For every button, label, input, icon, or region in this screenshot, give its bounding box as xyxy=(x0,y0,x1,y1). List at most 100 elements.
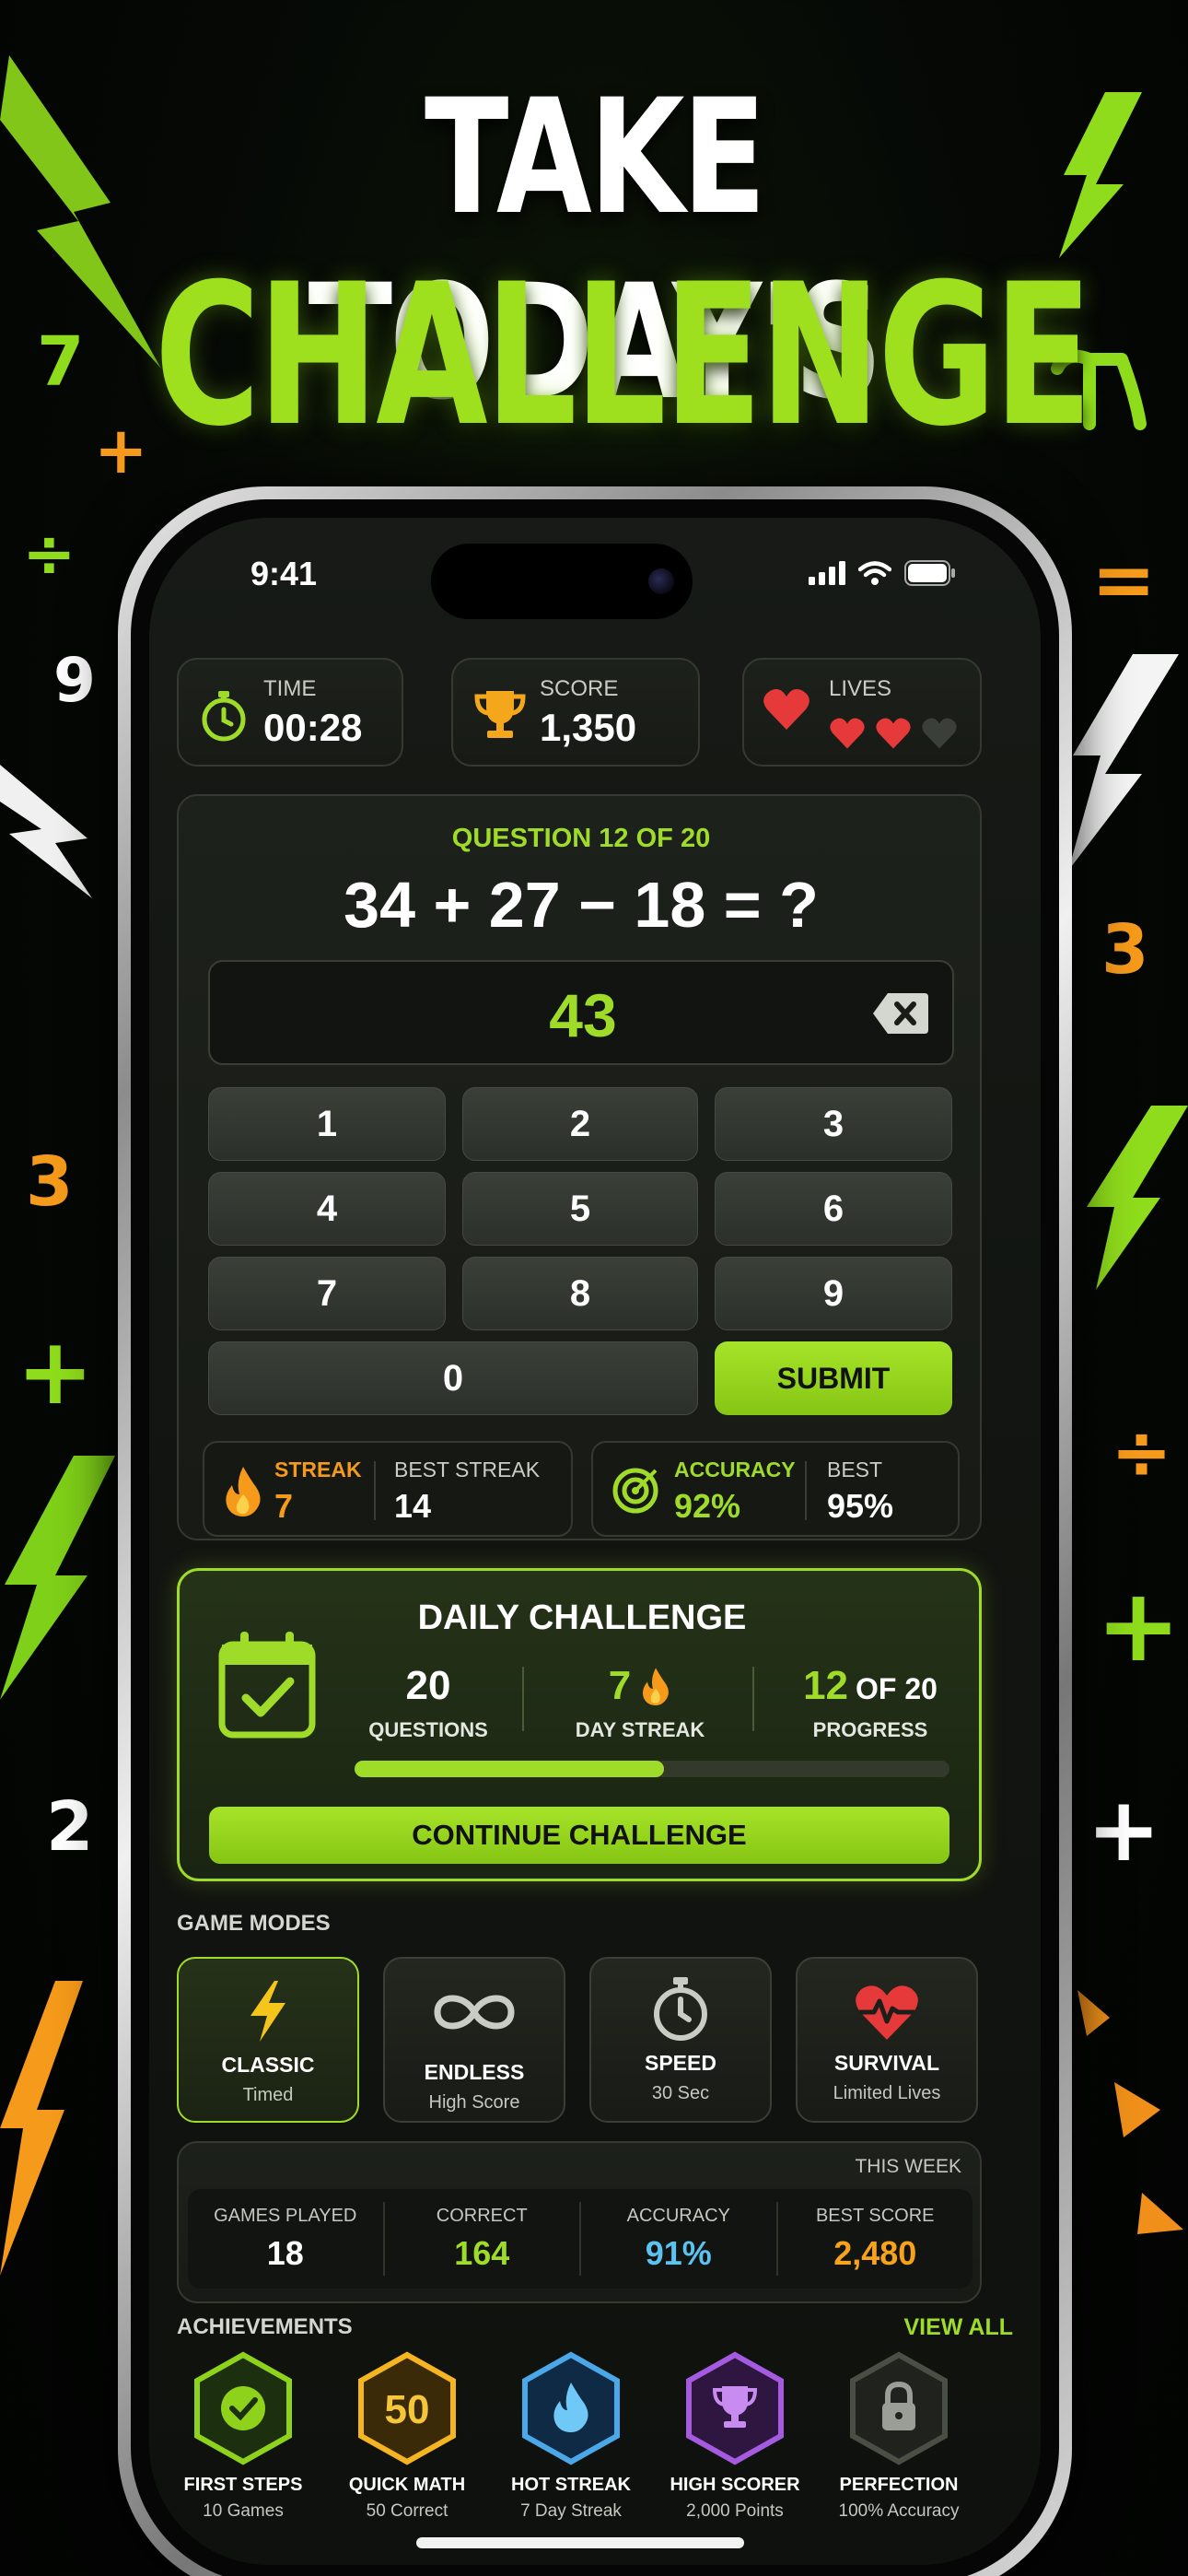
mode-classic[interactable]: CLASSIC Timed xyxy=(177,1957,359,2123)
achievement-first-steps[interactable]: FIRST STEPS 10 Games xyxy=(160,2351,326,2522)
status-icons xyxy=(809,560,956,586)
achievement-desc: 7 Day Streak xyxy=(520,2501,622,2521)
question-counter: QUESTION 12 OF 20 xyxy=(451,824,711,853)
mode-subtitle: Limited Lives xyxy=(833,2083,941,2103)
streak-card: STREAK 7 BEST STREAK 14 xyxy=(203,1441,573,1537)
achievement-name: PERFECTION xyxy=(839,2475,959,2495)
stat-value: 164 xyxy=(454,2233,510,2272)
number-badge-icon: 50 xyxy=(358,2351,456,2465)
keypad-key-7[interactable]: 7 xyxy=(208,1257,446,1330)
flame-icon xyxy=(226,1467,261,1516)
phone-frame: 9:41 TIME 00:28 SCORE 1,350 LIVES QUESTI… xyxy=(118,486,1072,2576)
plus-decoration: + xyxy=(1096,1566,1182,1684)
day-streak-value: 7 xyxy=(608,1663,632,1708)
heart-empty-icon xyxy=(922,718,957,749)
lightning-bolt-decoration xyxy=(0,1981,83,2276)
lightning-bolt-decoration xyxy=(0,1456,115,1700)
home-indicator[interactable] xyxy=(416,2537,744,2548)
achievement-hot-streak[interactable]: HOT STREAK 7 Day Streak xyxy=(488,2351,654,2522)
achievement-high-scorer[interactable]: HIGH SCORER 2,000 Points xyxy=(652,2351,818,2522)
headline-line-2: CHALLENGE xyxy=(154,241,1092,469)
achievement-name: HOT STREAK xyxy=(511,2475,631,2495)
answer-display: 43 xyxy=(208,960,954,1065)
digit-decoration: 3 xyxy=(1101,910,1149,989)
best-accuracy-label: BEST xyxy=(827,1458,883,1481)
lightning-icon xyxy=(250,1981,285,2042)
keypad-key-9[interactable]: 9 xyxy=(715,1257,952,1330)
mode-title: SURVIVAL xyxy=(833,2051,940,2075)
accuracy-label: ACCURACY xyxy=(674,1458,796,1481)
digit-decoration: 9 xyxy=(53,645,96,716)
divider xyxy=(752,1667,754,1731)
stopwatch-icon xyxy=(654,1977,707,2041)
continue-challenge-button[interactable]: CONTINUE CHALLENGE xyxy=(209,1807,949,1864)
keypad-key-3[interactable]: 3 xyxy=(715,1087,952,1161)
keypad-key-2[interactable]: 2 xyxy=(462,1087,698,1161)
lightning-bolt-decoration xyxy=(1068,654,1179,871)
check-badge-icon xyxy=(194,2351,292,2465)
achievement-name: HIGH SCORER xyxy=(670,2475,800,2495)
triangle-decoration xyxy=(1077,1990,1183,2234)
weekly-stats-card: THIS WEEK GAMES PLAYED 18 CORRECT 164 AC… xyxy=(177,2141,982,2303)
lives-label: LIVES xyxy=(829,676,892,701)
stat-value: 18 xyxy=(266,2233,304,2272)
digit-decoration: 7 xyxy=(37,322,85,402)
plus-decoration: + xyxy=(1087,1778,1161,1881)
time-value: 00:28 xyxy=(263,706,363,749)
heart-pulse-icon xyxy=(856,1985,918,2040)
mode-endless[interactable]: ENDLESS High Score xyxy=(383,1957,565,2123)
stat-value: 2,480 xyxy=(833,2233,917,2272)
heart-icon xyxy=(876,718,911,749)
lightning-bolt-decoration xyxy=(1059,92,1142,258)
streak-label: STREAK xyxy=(274,1458,362,1481)
weekly-stats-row: GAMES PLAYED 18 CORRECT 164 ACCURACY 91%… xyxy=(188,2189,973,2289)
submit-button[interactable]: SUBMIT xyxy=(715,1341,952,1415)
achievement-name: FIRST STEPS xyxy=(183,2475,303,2495)
streak-value: 7 xyxy=(274,1487,294,1525)
dynamic-island xyxy=(431,544,693,619)
flame-icon xyxy=(643,1668,670,1705)
calendar-check-icon xyxy=(218,1632,316,1739)
keypad-key-6[interactable]: 6 xyxy=(715,1172,952,1246)
keypad-key-5[interactable]: 5 xyxy=(462,1172,698,1246)
score-label: SCORE xyxy=(540,676,619,701)
stat-label: BEST SCORE xyxy=(815,2205,935,2226)
stat-label: ACCURACY xyxy=(626,2205,730,2226)
stat-accuracy: ACCURACY 91% xyxy=(581,2189,776,2289)
target-icon xyxy=(612,1468,658,1514)
question-panel: QUESTION 12 OF 20 34 + 27 − 18 = ? 43 1 … xyxy=(177,794,982,1540)
flame-badge-icon xyxy=(522,2351,620,2465)
progress-value: 12 xyxy=(803,1663,849,1708)
mode-speed[interactable]: SPEED 30 Sec xyxy=(589,1957,772,2123)
progress-bar-fill xyxy=(355,1761,664,1777)
progress-of: OF 20 xyxy=(856,1672,938,1705)
infinity-icon xyxy=(434,1995,515,2030)
answer-value: 43 xyxy=(549,981,617,1049)
view-all-link[interactable]: VIEW ALL xyxy=(903,2314,1013,2341)
keypad-key-8[interactable]: 8 xyxy=(462,1257,698,1330)
keypad-key-1[interactable]: 1 xyxy=(208,1087,446,1161)
mode-title: SPEED xyxy=(645,2051,716,2075)
score-value: 1,350 xyxy=(540,706,637,749)
achievement-quick-math[interactable]: 50 QUICK MATH 50 Correct xyxy=(324,2351,490,2522)
trophy-badge-icon xyxy=(686,2351,784,2465)
digit-decoration: 2 xyxy=(46,1787,94,1867)
daily-challenge-card[interactable]: DAILY CHALLENGE 20 QUESTIONS 7 DAY STREA… xyxy=(177,1568,982,1881)
divider xyxy=(522,1667,524,1731)
weekly-period: THIS WEEK xyxy=(855,2156,961,2177)
keypad-key-0[interactable]: 0 xyxy=(208,1341,698,1415)
mode-survival[interactable]: SURVIVAL Limited Lives xyxy=(796,1957,978,2123)
achievement-desc: 50 Correct xyxy=(366,2501,448,2521)
heart-icon xyxy=(830,718,865,749)
progress-bar-track xyxy=(355,1761,949,1777)
signal-icon xyxy=(809,561,845,585)
divider xyxy=(374,1461,376,1520)
badge-number: 50 xyxy=(385,2387,430,2432)
achievement-perfection[interactable]: PERFECTION 100% Accuracy xyxy=(816,2351,982,2522)
stat-games-played: GAMES PLAYED 18 xyxy=(188,2189,383,2289)
achievement-name: QUICK MATH xyxy=(348,2475,466,2495)
digit-decoration: 3 xyxy=(26,1142,74,1222)
backspace-icon[interactable] xyxy=(871,991,930,1036)
keypad-key-4[interactable]: 4 xyxy=(208,1172,446,1246)
mode-subtitle: 30 Sec xyxy=(651,2083,710,2103)
